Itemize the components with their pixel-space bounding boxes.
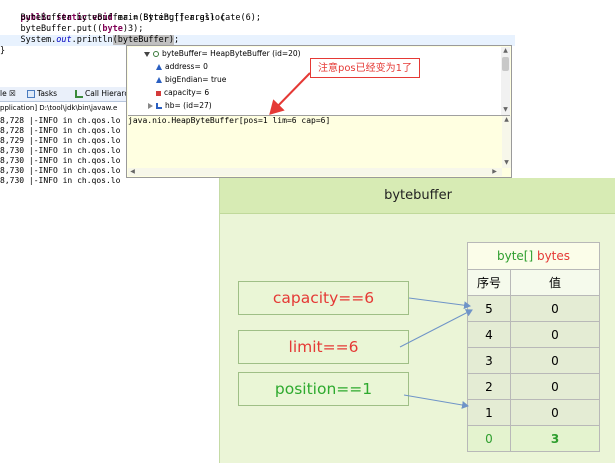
limit-arrow xyxy=(399,309,473,348)
capacity-arrow xyxy=(408,297,471,310)
pointer-arrows xyxy=(269,72,473,409)
annotation-arrow xyxy=(269,72,311,115)
position-arrow xyxy=(403,394,469,409)
